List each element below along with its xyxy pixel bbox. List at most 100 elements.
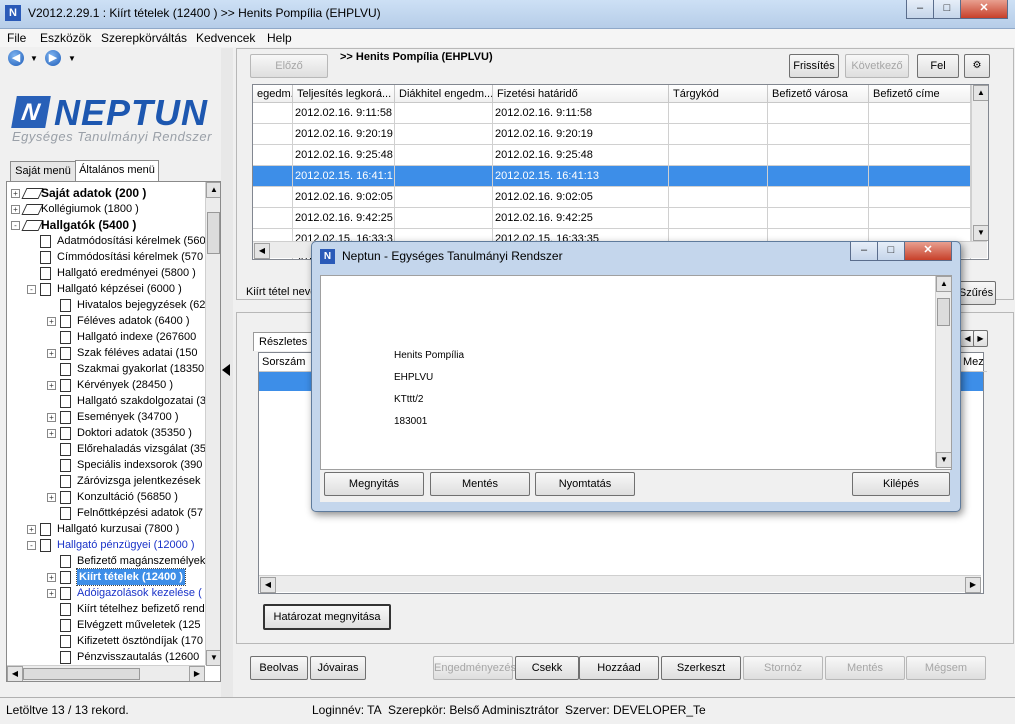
dialog-scroll-up-icon[interactable]: ▲ xyxy=(936,276,952,292)
expand-icon[interactable]: + xyxy=(11,205,20,214)
document-icon xyxy=(60,651,71,664)
expand-icon[interactable]: + xyxy=(27,525,36,534)
scroll-up-icon[interactable]: ▲ xyxy=(206,182,220,198)
dialog-save-button[interactable]: Mentés xyxy=(430,472,530,496)
back-dropdown-icon[interactable]: ▼ xyxy=(30,54,38,63)
menu-eszkozok[interactable]: Eszközök xyxy=(40,31,91,45)
tab-details[interactable]: Részletes xyxy=(253,332,320,351)
expand-icon[interactable]: + xyxy=(47,317,56,326)
dialog-line-id: KTttt/2 xyxy=(394,394,424,405)
back-icon[interactable]: ◀ xyxy=(8,50,24,66)
menu-help[interactable]: Help xyxy=(267,31,292,45)
close-button[interactable]: ✕ xyxy=(960,0,1008,19)
details-horizontal-scrollbar[interactable]: ◀ ▶ xyxy=(259,575,981,593)
up-button[interactable]: Fel xyxy=(917,54,959,78)
tree-item-label: Szak féléves adatai (150 xyxy=(77,347,198,359)
expand-icon[interactable]: + xyxy=(47,493,56,502)
prev-button[interactable]: Előző xyxy=(250,54,328,78)
tree-item-label: Kiírt tételek (12400 ) xyxy=(76,568,186,586)
engedmenyezes-button[interactable]: Engedményezés xyxy=(433,656,516,680)
document-icon xyxy=(40,235,51,248)
grid-column-header[interactable]: Fizetési határidő xyxy=(493,85,669,103)
menu-szerepkorvaltas[interactable]: Szerepkörváltás xyxy=(101,31,187,45)
neptun-logo-icon: N xyxy=(11,96,51,128)
expand-icon[interactable]: + xyxy=(47,429,56,438)
document-icon xyxy=(60,379,71,392)
csekk-button[interactable]: Csekk xyxy=(515,656,579,680)
forward-dropdown-icon[interactable]: ▼ xyxy=(68,54,76,63)
details-scroll-left-icon[interactable]: ◀ xyxy=(260,577,276,593)
grid-column-header[interactable]: egedm... xyxy=(253,85,293,103)
dialog-content: Henits Pompília EHPLVU KTttt/2 183001 ▲ … xyxy=(320,275,952,470)
tree-scroll-thumb[interactable] xyxy=(207,212,220,254)
details-row-selected[interactable] xyxy=(259,372,317,391)
tree-hscroll-thumb[interactable] xyxy=(23,668,140,680)
open-decision-button[interactable]: Határozat megnyitása xyxy=(263,604,391,630)
megsem-button[interactable]: Mégsem xyxy=(906,656,986,680)
details-row-selected-end[interactable] xyxy=(959,372,983,391)
expand-icon[interactable]: + xyxy=(11,189,20,198)
menu-file[interactable]: File xyxy=(7,31,26,45)
collapse-icon[interactable]: - xyxy=(11,221,20,230)
col-header-mez[interactable]: Mez xyxy=(959,353,987,372)
grid-column-header[interactable]: Teljesítés legkorá... xyxy=(293,85,395,103)
scroll-down-icon[interactable]: ▼ xyxy=(206,650,220,666)
dialog-minimize-button[interactable]: – xyxy=(850,242,878,261)
expand-icon[interactable]: + xyxy=(47,573,56,582)
expand-icon[interactable]: + xyxy=(47,349,56,358)
szerkeszt-button[interactable]: Szerkeszt xyxy=(661,656,741,680)
tree-horizontal-scrollbar[interactable]: ◀ ▶ xyxy=(7,665,205,681)
collapse-icon[interactable]: - xyxy=(27,285,36,294)
expand-icon[interactable]: + xyxy=(47,413,56,422)
table-cell xyxy=(395,103,493,124)
brand-header: N NEPTUN Egységes Tanulmányi Rendszer xyxy=(0,78,225,158)
dialog-exit-button[interactable]: Kilépés xyxy=(852,472,950,496)
stornoz-button[interactable]: Stornóz xyxy=(743,656,823,680)
tree-item-label: Elvégzett műveletek (125 xyxy=(77,619,201,631)
grid-vertical-scrollbar[interactable]: ▲ ▼ xyxy=(971,85,988,241)
expand-icon[interactable]: + xyxy=(47,381,56,390)
filter-button[interactable]: Szűrés xyxy=(956,281,996,305)
tab-scroll-right-icon[interactable]: ▶ xyxy=(973,330,988,347)
grid-scroll-up-icon[interactable]: ▲ xyxy=(973,85,988,101)
grid-scroll-down-icon[interactable]: ▼ xyxy=(973,225,988,241)
dialog-print-button[interactable]: Nyomtatás xyxy=(535,472,635,496)
tree-item-label: Szakmai gyakorlat (18350 xyxy=(77,363,205,375)
collapse-left-icon[interactable] xyxy=(222,364,230,376)
beolvas-button[interactable]: Beolvas xyxy=(250,656,308,680)
dialog-close-button[interactable]: ✕ xyxy=(904,242,952,261)
dialog-scroll-down-icon[interactable]: ▼ xyxy=(936,452,952,468)
dialog-vertical-scrollbar[interactable]: ▲ ▼ xyxy=(935,276,952,468)
grid-column-header[interactable]: Befizető városa xyxy=(768,85,869,103)
dialog-scroll-thumb[interactable] xyxy=(937,298,950,326)
refresh-button[interactable]: Frissítés xyxy=(789,54,839,78)
scroll-left-icon[interactable]: ◀ xyxy=(7,666,23,681)
scroll-right-icon[interactable]: ▶ xyxy=(189,666,205,681)
jovairas-button[interactable]: Jóvairas xyxy=(310,656,366,680)
forward-icon[interactable]: ▶ xyxy=(45,50,61,66)
tree-item-label: Hallgató szakdolgozatai (3 xyxy=(77,395,207,407)
grid-column-header[interactable]: Befizető címe xyxy=(869,85,971,103)
maximize-button[interactable]: □ xyxy=(933,0,961,19)
details-scroll-right-icon[interactable]: ▶ xyxy=(965,577,981,593)
panel-splitter[interactable] xyxy=(221,48,233,698)
minimize-button[interactable]: – xyxy=(906,0,934,19)
record-title: >> Henits Pompília (EHPLVU) xyxy=(340,51,493,63)
table-cell xyxy=(869,187,971,208)
tab-general-menu[interactable]: Általános menü xyxy=(75,160,159,181)
expand-icon[interactable]: + xyxy=(47,589,56,598)
dialog-maximize-button[interactable]: □ xyxy=(877,242,905,261)
mentes-button[interactable]: Mentés xyxy=(825,656,905,680)
hozzaad-button[interactable]: Hozzáad xyxy=(579,656,659,680)
grid-column-header[interactable]: Diákhitel engedm... xyxy=(395,85,493,103)
dialog-open-button[interactable]: Megnyitás xyxy=(324,472,424,496)
document-icon xyxy=(40,283,51,296)
tree-vertical-scrollbar[interactable]: ▲ ▼ xyxy=(205,182,220,666)
collapse-icon[interactable]: - xyxy=(27,541,36,550)
menu-kedvencek[interactable]: Kedvencek xyxy=(196,31,255,45)
settings-icon[interactable]: ⚙ xyxy=(964,54,990,78)
next-button[interactable]: Következő xyxy=(845,54,909,78)
tab-own-menu[interactable]: Saját menü xyxy=(10,161,76,181)
grid-scroll-left-icon[interactable]: ◀ xyxy=(254,243,270,259)
grid-column-header[interactable]: Tárgykód xyxy=(669,85,768,103)
